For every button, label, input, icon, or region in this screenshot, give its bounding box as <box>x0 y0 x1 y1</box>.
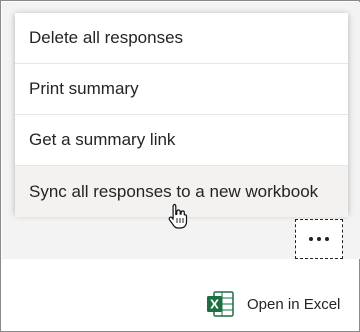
menu-item-delete-all-responses[interactable]: Delete all responses <box>15 13 348 64</box>
menu-item-print-summary[interactable]: Print summary <box>15 64 348 115</box>
excel-icon <box>207 291 234 317</box>
menu-item-get-summary-link[interactable]: Get a summary link <box>15 115 348 166</box>
open-in-excel-button[interactable]: Open in Excel <box>205 289 340 319</box>
open-in-excel-label: Open in Excel <box>247 295 341 313</box>
more-horizontal-icon <box>309 237 329 241</box>
window-frame: Delete all responses Print summary Get a… <box>0 0 360 332</box>
more-options-button[interactable] <box>295 219 343 259</box>
more-options-menu: Delete all responses Print summary Get a… <box>15 13 348 217</box>
hand-pointer-icon <box>168 203 188 229</box>
